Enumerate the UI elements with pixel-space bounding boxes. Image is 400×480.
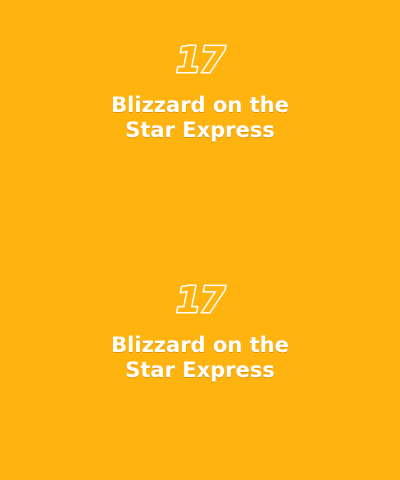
chapter-title-line-2: Star Express — [125, 118, 275, 142]
chapter-title: Blizzard on the Star Express — [0, 93, 400, 143]
chapter-card-top[interactable]: 17 Blizzard on the Star Express — [0, 0, 400, 240]
chapter-number: 17 — [174, 39, 226, 82]
chapter-card-bottom[interactable]: 17 Blizzard on the Star Express — [0, 240, 400, 480]
chapter-title: Blizzard on the Star Express — [0, 333, 400, 383]
chapter-number: 17 — [174, 279, 226, 322]
chapter-title-line-2: Star Express — [125, 358, 275, 382]
chapter-title-line-1: Blizzard on the — [111, 333, 289, 357]
chapter-title-line-1: Blizzard on the — [111, 93, 289, 117]
